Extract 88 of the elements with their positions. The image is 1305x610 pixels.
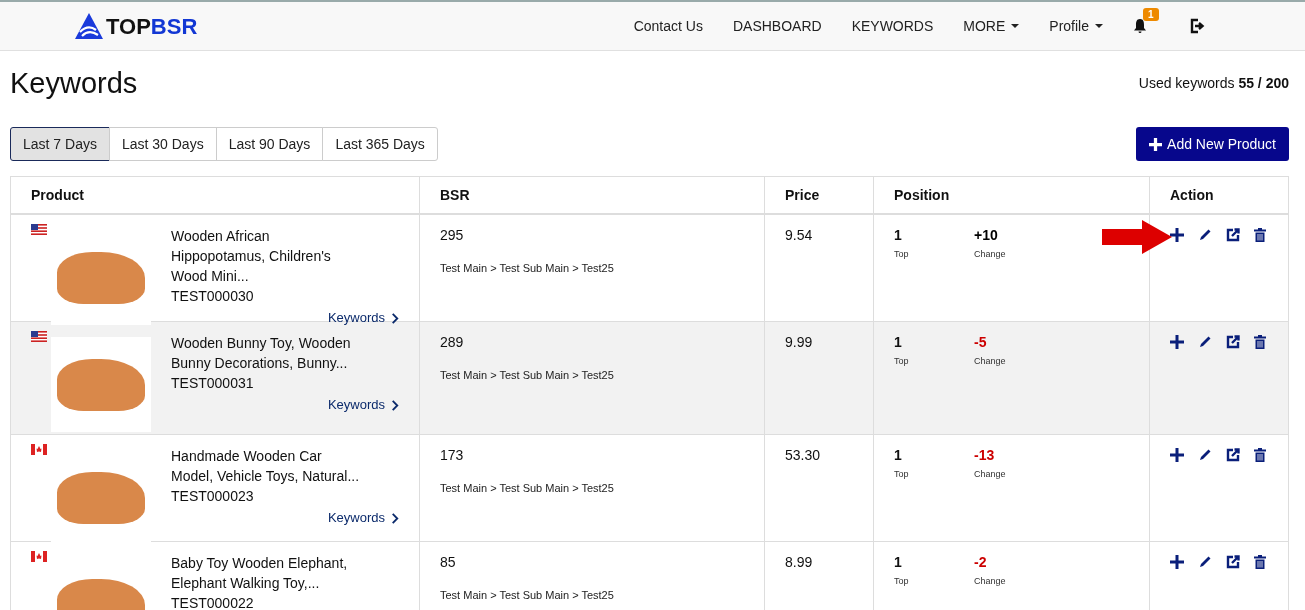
product-name: Wooden African Hippopotamus, Children's Wood Mini... xyxy=(171,227,332,286)
stat-label: Change xyxy=(974,575,1006,587)
logo-text: TOPBSR xyxy=(106,14,198,40)
stat-label: Change xyxy=(974,248,1006,260)
price-value: 8.99 xyxy=(785,553,814,571)
period-tab[interactable]: Last 90 Days xyxy=(215,127,324,161)
plus-icon[interactable] xyxy=(1170,448,1184,462)
flag-icon xyxy=(31,224,47,235)
top-position: 1 xyxy=(894,553,902,571)
category-path: Test Main > Test Sub Main > Test25 xyxy=(440,262,615,274)
category-path: Test Main > Test Sub Main > Test25 xyxy=(440,482,615,494)
stat-label: Top xyxy=(894,468,909,480)
plus-icon[interactable] xyxy=(1170,335,1184,349)
bsr-value: 289 xyxy=(440,333,465,351)
external-link-icon[interactable] xyxy=(1226,555,1240,569)
nav-link[interactable]: Contact Us xyxy=(633,18,703,34)
top-position: 1 xyxy=(894,226,902,244)
pencil-icon[interactable] xyxy=(1198,335,1212,349)
plus-icon[interactable] xyxy=(1170,228,1184,242)
column-header: BSR xyxy=(419,177,764,213)
trash-icon[interactable] xyxy=(1254,555,1266,569)
price-value: 53.30 xyxy=(785,446,822,464)
product-name: Handmade Wooden Car Model, Vehicle Toys, Natural... xyxy=(171,447,361,486)
plus-icon[interactable] xyxy=(1170,555,1184,569)
position-change: -2 xyxy=(974,553,987,571)
period-tab[interactable]: Last 30 Days xyxy=(108,127,217,161)
column-header: Position xyxy=(873,177,1149,213)
product-name: Baby Toy Wooden Elephant, Elephant Walking Toy,... xyxy=(171,554,349,593)
flag-icon xyxy=(31,444,47,455)
period-tab[interactable]: Last 7 Days xyxy=(10,127,110,161)
trash-icon[interactable] xyxy=(1254,228,1266,242)
flag-icon xyxy=(31,551,47,562)
notification-badge: 1 xyxy=(1143,8,1159,21)
category-path: Test Main > Test Sub Main > Test25 xyxy=(440,369,615,381)
logout-icon[interactable] xyxy=(1189,18,1205,34)
price-value: 9.54 xyxy=(785,226,814,244)
bsr-value: 295 xyxy=(440,226,465,244)
logo-icon xyxy=(74,12,104,40)
column-header: Product xyxy=(30,186,85,205)
external-link-icon[interactable] xyxy=(1226,335,1240,349)
top-position: 1 xyxy=(894,446,902,464)
period-tab[interactable]: Last 365 Days xyxy=(322,127,438,161)
trash-icon[interactable] xyxy=(1254,335,1266,349)
product-row[interactable]: Baby Toy Wooden Elephant, Elephant Walking Toy,... TEST000022 85 Test Main > Test Sub Main > Test25 8.99 1 Top -2 Change xyxy=(11,542,1288,610)
topbsr-logo[interactable]: TOPBSR xyxy=(74,12,198,40)
pencil-icon[interactable] xyxy=(1198,228,1212,242)
keywords-link[interactable]: Keywords xyxy=(327,508,399,528)
flag-icon xyxy=(31,331,47,342)
nav-link[interactable]: Profile xyxy=(1049,18,1103,34)
add-product-button[interactable]: Add New Product xyxy=(1136,127,1289,161)
product-row[interactable]: Handmade Wooden Car Model, Vehicle Toys, Natural... TEST000023 Keywords 173 Test Main > Test Sub Main > Test25 53.30 1 Top -13 Change xyxy=(11,435,1288,542)
bsr-value: 173 xyxy=(440,446,465,464)
pencil-icon[interactable] xyxy=(1198,555,1212,569)
top-position: 1 xyxy=(894,333,902,351)
plus-icon xyxy=(1149,137,1163,151)
nav-link[interactable]: MORE xyxy=(963,18,1020,34)
stat-label: Change xyxy=(974,355,1006,367)
stat-label: Change xyxy=(974,468,1006,480)
trash-icon[interactable] xyxy=(1254,448,1266,462)
position-change: -5 xyxy=(974,333,987,351)
chevron-icon xyxy=(391,312,399,324)
chevron-icon xyxy=(391,399,399,411)
pencil-icon[interactable] xyxy=(1198,448,1212,462)
product-sku: TEST000030 xyxy=(171,287,255,306)
keywords-link[interactable]: Keywords xyxy=(327,395,399,415)
product-sku: TEST000022 xyxy=(171,594,255,610)
external-link-icon[interactable] xyxy=(1226,448,1240,462)
stat-label: Top xyxy=(894,355,909,367)
keyword-usage: Used keywords 55 / 200 xyxy=(1138,75,1289,91)
product-name: Wooden Bunny Toy, Wooden Bunny Decorations, Bunny... xyxy=(171,334,352,373)
chevron-icon xyxy=(391,512,399,524)
bsr-value: 85 xyxy=(440,553,457,571)
bell-icon[interactable] xyxy=(1133,18,1147,34)
external-link-icon[interactable] xyxy=(1226,228,1240,242)
price-value: 9.99 xyxy=(785,333,814,351)
stat-label: Top xyxy=(894,248,909,260)
arrow-annotation xyxy=(1102,220,1172,254)
page-title: Keywords xyxy=(10,66,138,100)
nav-link[interactable]: KEYWORDS xyxy=(851,18,934,34)
position-change: +10 xyxy=(974,226,998,244)
column-header: Action xyxy=(1149,177,1288,213)
stat-label: Top xyxy=(894,575,909,587)
category-path: Test Main > Test Sub Main > Test25 xyxy=(440,589,615,601)
product-sku: TEST000031 xyxy=(171,374,255,393)
position-change: -13 xyxy=(974,446,995,464)
product-sku: TEST000023 xyxy=(171,487,255,506)
column-header: Price xyxy=(764,177,873,213)
nav-link[interactable]: DASHBOARD xyxy=(732,18,822,34)
